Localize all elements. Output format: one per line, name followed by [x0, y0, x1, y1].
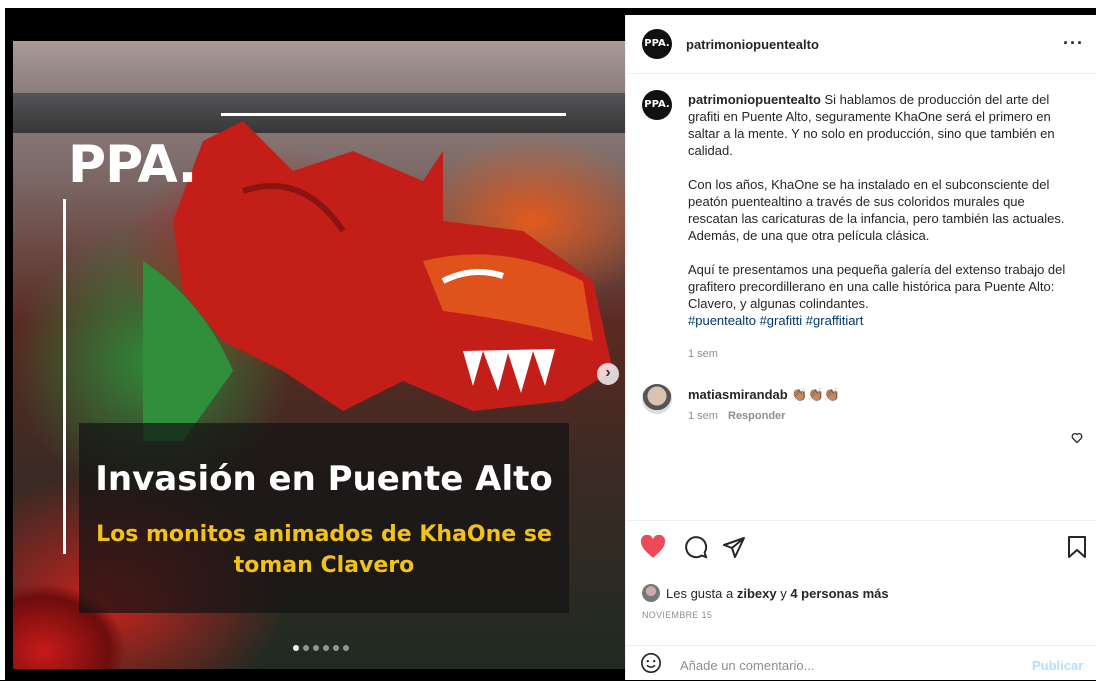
avatar[interactable]: PPA. [642, 29, 672, 59]
carousel-dot [313, 645, 319, 651]
ppa-logo: PPA. [68, 135, 197, 195]
likes-summary[interactable]: Les gusta a zibexy y 4 personas más [642, 584, 889, 602]
decorative-line [221, 113, 566, 116]
caption-time: 1 sem [688, 348, 718, 360]
post-actions: Les gusta a zibexy y 4 personas más NOVI… [626, 520, 1096, 646]
post-date[interactable]: NOVIEMBRE 15 [642, 610, 712, 620]
comment-icon[interactable] [684, 535, 708, 559]
likes-middle: y [776, 585, 791, 601]
carousel-dot [303, 645, 309, 651]
overlay-subtitle: Los monitos animados de KhaOne se toman … [96, 522, 552, 578]
post-image[interactable]: PPA. Invasión en Puente Alto Los monitos… [13, 41, 625, 669]
avatar [642, 584, 660, 602]
hashtags-link[interactable]: #puentealto #grafitti #graffitiart [688, 313, 863, 328]
caption-username[interactable]: patrimoniopuentealto [688, 92, 821, 107]
bookmark-icon[interactable] [1066, 535, 1088, 559]
publish-button[interactable]: Publicar [1032, 658, 1083, 673]
carousel-dot [293, 645, 299, 651]
more-options-icon[interactable]: ··· [1063, 33, 1084, 54]
overlay-box [79, 423, 569, 613]
carousel-dot [333, 645, 339, 651]
emoji-icon[interactable] [640, 652, 662, 674]
post-header: PPA. patrimoniopuentealto ··· [626, 15, 1096, 74]
carousel-dot [343, 645, 349, 651]
carousel-indicator [293, 645, 349, 651]
wall-background [13, 41, 625, 97]
heart-filled-icon[interactable] [640, 535, 666, 559]
caption-paragraph: Con los años, KhaOne se ha instalado en … [688, 177, 1065, 243]
comments-section: PPA. patrimoniopuentealto Si hablamos de… [626, 74, 1096, 520]
comment-username-text[interactable]: matiasmirandab [688, 387, 788, 402]
carousel-dot [323, 645, 329, 651]
likes-user[interactable]: zibexy [737, 586, 777, 601]
decorative-line [63, 199, 66, 554]
share-icon[interactable] [722, 535, 746, 559]
avatar[interactable]: PPA. [642, 90, 672, 120]
post-caption: patrimoniopuentealto Si hablamos de prod… [688, 91, 1076, 329]
comment-text: 👏🏽👏🏽👏🏽 [791, 387, 840, 402]
graffiti-mural [143, 121, 613, 441]
likes-prefix: Les gusta a [666, 585, 737, 601]
comment-username[interactable]: matiasmirandab 👏🏽👏🏽👏🏽 [688, 387, 840, 403]
chevron-right-icon[interactable]: › [597, 363, 619, 385]
add-comment-bar: Publicar [626, 645, 1096, 681]
comment-time: 1 sem [688, 410, 718, 422]
overlay-title: Invasión en Puente Alto [95, 459, 553, 499]
comment-input[interactable] [678, 653, 1012, 677]
post-sidebar: PPA. patrimoniopuentealto ··· PPA. patri… [625, 15, 1096, 680]
avatar[interactable] [642, 384, 672, 414]
likes-others[interactable]: 4 personas más [790, 586, 888, 601]
post-modal: PPA. Invasión en Puente Alto Los monitos… [7, 14, 1096, 680]
reply-label[interactable]: Responder [728, 410, 785, 422]
heart-outline-icon[interactable] [1071, 432, 1083, 444]
caption-paragraph: Aquí te presentamos una pequeña galería … [688, 262, 1066, 311]
likes-text: Les gusta a zibexy y 4 personas más [666, 586, 889, 601]
username-link[interactable]: patrimoniopuentealto [686, 37, 819, 52]
reply-button[interactable]: Responder [728, 410, 785, 422]
